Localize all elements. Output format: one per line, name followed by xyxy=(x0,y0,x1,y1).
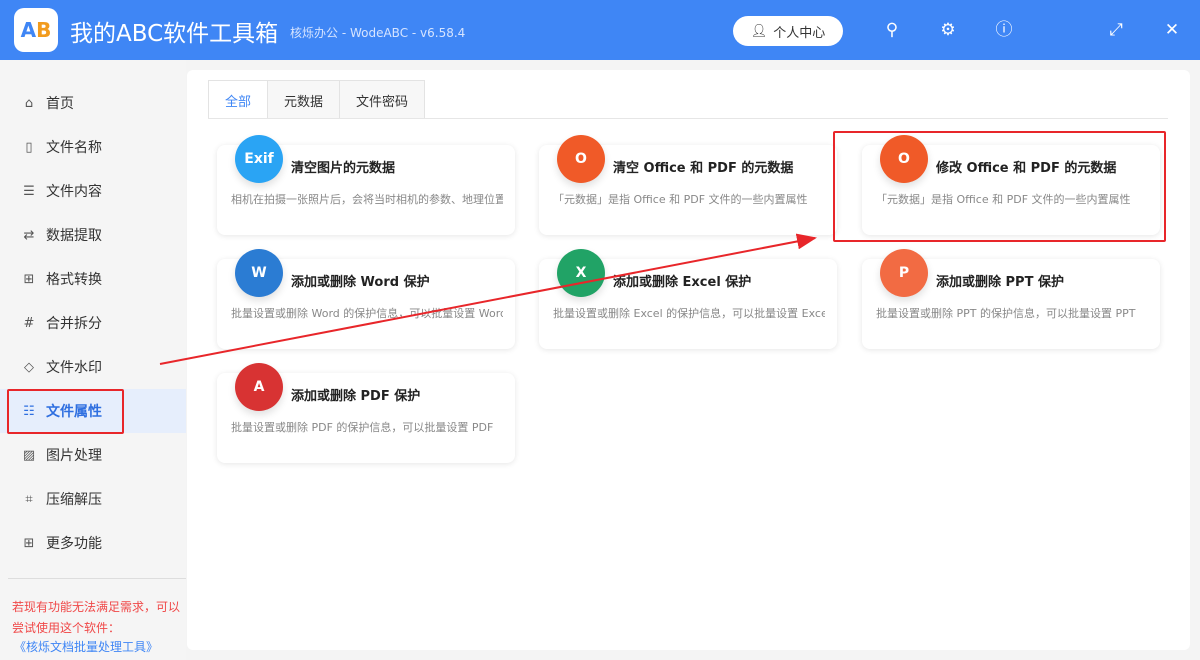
annotation-arrow xyxy=(159,233,817,365)
